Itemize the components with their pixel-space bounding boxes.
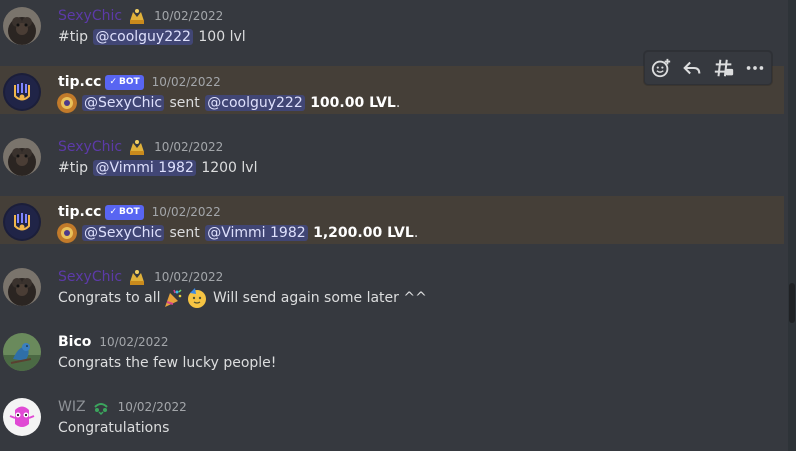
add-reaction-icon[interactable] bbox=[647, 54, 675, 82]
role-badge-icon bbox=[128, 268, 146, 286]
user-mention[interactable]: @Vimmi 1982 bbox=[93, 160, 196, 176]
scrollbar-track[interactable] bbox=[788, 0, 796, 451]
role-badge-icon bbox=[92, 398, 110, 416]
tip-amount: 1,200.00 LVL bbox=[313, 225, 414, 241]
user-mention[interactable]: @coolguy222 bbox=[93, 29, 193, 45]
username[interactable]: WIZ bbox=[58, 399, 86, 415]
user-mention[interactable]: @Vimmi 1982 bbox=[205, 225, 308, 241]
message-text: sent bbox=[169, 225, 200, 241]
username[interactable]: tip.cc bbox=[58, 204, 101, 220]
username[interactable]: tip.cc bbox=[58, 74, 101, 90]
message-content: @SexyChic sent @Vimmi 1982 1,200.00 LVL. bbox=[57, 223, 419, 243]
message-text: Congratulations bbox=[58, 420, 170, 436]
message-content: Congrats to all Will send again some lat… bbox=[58, 288, 427, 308]
username[interactable]: SexyChic bbox=[58, 8, 122, 24]
message-text: #tip bbox=[58, 160, 88, 176]
scrollbar-thumb[interactable] bbox=[789, 283, 795, 323]
message-row[interactable]: SexyChic 10/02/2022 #tip @Vimmi 1982 120… bbox=[0, 131, 784, 179]
bot-tag: ✓ BOT bbox=[105, 74, 144, 90]
verified-check-icon: ✓ bbox=[109, 207, 117, 217]
message-content: Congrats the few lucky people! bbox=[58, 353, 276, 373]
message-row[interactable]: SexyChic 10/02/2022 Congrats to all Will… bbox=[0, 261, 784, 309]
message-content: #tip @coolguy222 100 lvl bbox=[58, 27, 246, 47]
message-content: Congratulations bbox=[58, 418, 169, 438]
timestamp: 10/02/2022 bbox=[154, 270, 224, 284]
avatar[interactable] bbox=[3, 73, 41, 111]
avatar[interactable] bbox=[3, 7, 41, 45]
message-text: sent bbox=[169, 95, 200, 111]
timestamp: 10/02/2022 bbox=[151, 205, 221, 219]
bot-tag-label: BOT bbox=[118, 77, 140, 87]
bot-tag-label: BOT bbox=[118, 207, 140, 217]
username[interactable]: SexyChic bbox=[58, 139, 122, 155]
message-row[interactable]: tip.cc ✓ BOT 10/02/2022 @SexyChic sent @V… bbox=[0, 196, 784, 244]
avatar[interactable] bbox=[3, 138, 41, 176]
role-badge-icon bbox=[128, 7, 146, 25]
avatar[interactable] bbox=[3, 333, 41, 371]
create-thread-icon[interactable] bbox=[710, 54, 738, 82]
message-text: 100 lvl bbox=[198, 29, 246, 45]
avatar[interactable] bbox=[3, 398, 41, 436]
message-text: Congrats to all bbox=[58, 290, 161, 306]
message-content: #tip @Vimmi 1982 1200 lvl bbox=[58, 158, 257, 178]
user-avatar-icon bbox=[57, 93, 77, 113]
user-avatar-icon bbox=[57, 223, 77, 243]
message-row[interactable]: Bico 10/02/2022 Congrats the few lucky p… bbox=[0, 326, 784, 374]
partying-face-icon[interactable] bbox=[186, 287, 208, 309]
message-text: 1200 lvl bbox=[201, 160, 258, 176]
avatar[interactable] bbox=[3, 268, 41, 306]
message-row[interactable]: SexyChic 10/02/2022 #tip @coolguy222 100… bbox=[0, 0, 784, 48]
tip-amount: 100.00 LVL bbox=[310, 95, 396, 111]
timestamp: 10/02/2022 bbox=[99, 335, 169, 349]
user-mention[interactable]: @coolguy222 bbox=[205, 95, 305, 111]
verified-check-icon: ✓ bbox=[109, 77, 117, 87]
message-text: . bbox=[413, 225, 419, 241]
message-content: @SexyChic sent @coolguy222 100.00 LVL. bbox=[57, 93, 401, 113]
message-text: Will send again some later ^^ bbox=[213, 290, 427, 306]
username[interactable]: SexyChic bbox=[58, 269, 122, 285]
reply-icon[interactable] bbox=[678, 54, 706, 82]
message-text: Congrats the few lucky people! bbox=[58, 355, 277, 371]
avatar[interactable] bbox=[3, 203, 41, 241]
party-popper-icon[interactable] bbox=[162, 287, 184, 309]
user-mention[interactable]: @SexyChic bbox=[82, 225, 165, 241]
bot-tag: ✓ BOT bbox=[105, 204, 144, 220]
timestamp: 10/02/2022 bbox=[117, 400, 187, 414]
message-text: . bbox=[395, 95, 401, 111]
username[interactable]: Bico bbox=[58, 334, 91, 350]
timestamp: 10/02/2022 bbox=[151, 75, 221, 89]
timestamp: 10/02/2022 bbox=[154, 9, 224, 23]
timestamp: 10/02/2022 bbox=[154, 140, 224, 154]
message-row[interactable]: WIZ 10/02/2022 Congratulations bbox=[0, 391, 784, 439]
message-actions-toolbar bbox=[644, 51, 772, 85]
more-icon[interactable] bbox=[741, 54, 769, 82]
user-mention[interactable]: @SexyChic bbox=[82, 95, 165, 111]
role-badge-icon bbox=[128, 138, 146, 156]
message-text: #tip bbox=[58, 29, 88, 45]
